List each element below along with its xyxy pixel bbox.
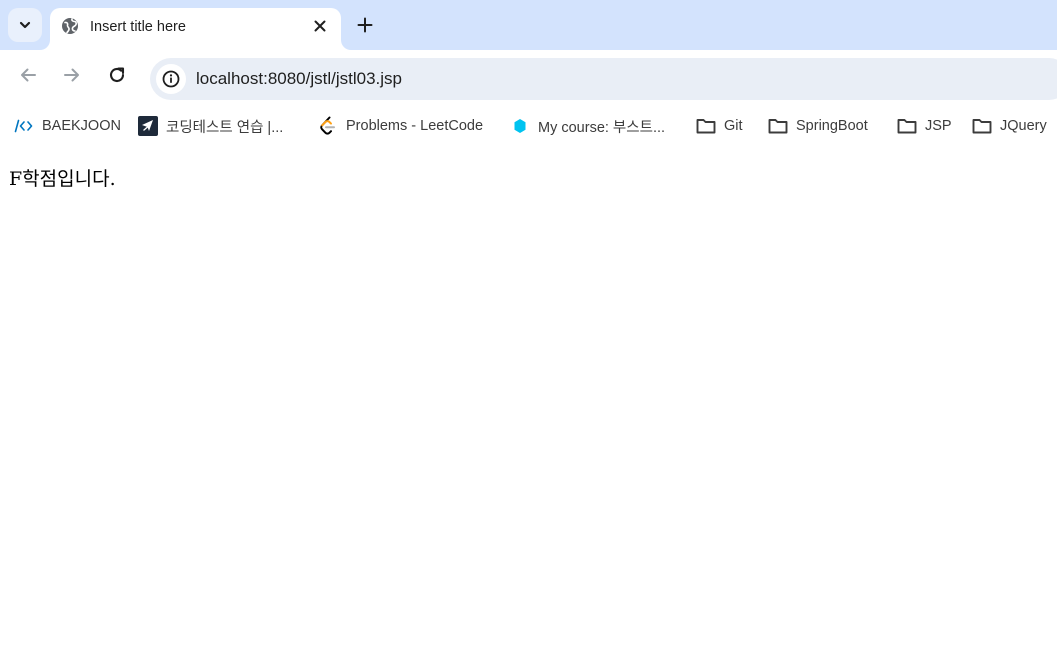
folder-icon (696, 117, 716, 135)
new-tab-button[interactable] (354, 14, 376, 36)
plus-icon (357, 17, 373, 33)
tab-active[interactable]: Insert title here (50, 8, 341, 50)
arrow-right-icon (64, 68, 79, 82)
bookmark-label: JSP (925, 118, 952, 134)
bookmarks-bar: BAEKJOON 코딩테스트 연습 |... Problems - LeetCo… (0, 100, 1057, 150)
tab-close-button[interactable] (310, 16, 330, 36)
url-text[interactable]: localhost:8080/jstl/jstl03.jsp (196, 69, 402, 89)
bookmark-leetcode[interactable]: Problems - LeetCode (318, 115, 483, 137)
reload-button[interactable] (106, 64, 128, 86)
toolbar: localhost:8080/jstl/jstl03.jsp (0, 50, 1057, 100)
bookmark-label: JQuery (1000, 118, 1047, 134)
bookmark-label: 코딩테스트 연습 |... (166, 119, 284, 136)
bookmark-boostcourse[interactable]: My course: 부스트... (510, 115, 665, 137)
bookmark-folder-springboot[interactable]: SpringBoot (768, 115, 868, 137)
bookmark-label: BAEKJOON (42, 118, 121, 134)
bookmark-label: Problems - LeetCode (346, 118, 484, 134)
bookmark-label: Git (724, 118, 743, 134)
grade-message: F학점입니다. (9, 168, 116, 190)
page-content: F학점입니다. (0, 150, 1057, 657)
close-icon (314, 20, 326, 32)
baekjoon-icon (14, 117, 34, 135)
bookmark-folder-jsp[interactable]: JSP (897, 115, 952, 137)
programmers-icon (138, 116, 158, 136)
chevron-down-icon (19, 21, 31, 29)
folder-icon (768, 117, 788, 135)
folder-icon (972, 117, 992, 135)
bookmark-baekjoon[interactable]: BAEKJOON (14, 115, 121, 137)
back-button[interactable] (17, 64, 39, 86)
forward-button[interactable] (61, 64, 83, 86)
arrow-left-icon (21, 68, 36, 82)
bookmark-folder-jquery[interactable]: JQuery (972, 115, 1047, 137)
reload-icon (109, 67, 125, 83)
info-icon (162, 70, 180, 88)
tab-search-button[interactable] (8, 8, 42, 42)
bookmark-label: My course: 부스트... (538, 119, 666, 136)
tab-strip: Insert title here (0, 0, 1057, 50)
bookmark-folder-git[interactable]: Git (696, 115, 743, 137)
address-bar[interactable]: localhost:8080/jstl/jstl03.jsp (150, 58, 1057, 100)
bookmark-label: SpringBoot (796, 118, 868, 134)
bookmark-programmers[interactable]: 코딩테스트 연습 |... (138, 115, 283, 137)
folder-icon (897, 117, 917, 135)
tab-title: Insert title here (90, 19, 186, 35)
globe-icon (62, 18, 78, 34)
site-info-button[interactable] (156, 64, 186, 94)
leetcode-icon (318, 116, 338, 135)
boostcourse-icon (510, 117, 530, 135)
browser-window: Insert title here localhost:8080/jstl/js… (0, 0, 1057, 657)
